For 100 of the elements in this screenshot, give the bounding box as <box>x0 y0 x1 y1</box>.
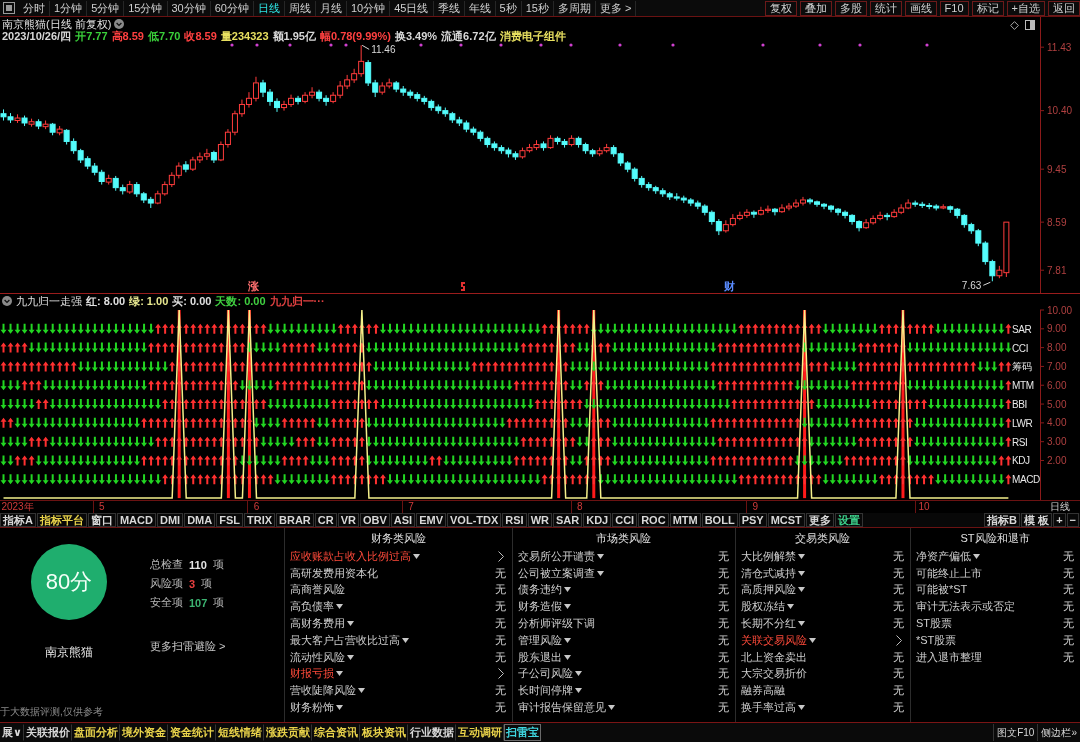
date-label: 2023年 <box>1 501 34 513</box>
signal-row-label: KDJ <box>1012 455 1030 467</box>
quote-field: 开7.77 <box>75 30 108 42</box>
risk-status: 无 <box>893 582 904 598</box>
stat-value: 107 <box>189 596 208 609</box>
period-label: 日线 <box>1050 501 1070 513</box>
column-title: 交易类风险 <box>794 531 851 546</box>
quote-field: 额1.95亿 <box>272 30 316 42</box>
risk-status: 无 <box>495 616 506 632</box>
axis-label: 3.00 <box>1047 436 1067 448</box>
risk-status: 无 <box>1063 548 1074 564</box>
risk-status: 无 <box>893 683 904 699</box>
risk-status: 无 <box>1063 649 1074 665</box>
risk-status: 无 <box>718 582 729 598</box>
axis-label: 8.59 <box>1047 216 1067 228</box>
risk-status: 无 <box>893 666 904 682</box>
signal-row-label: 筹码 <box>1012 361 1032 373</box>
axis-label: 9.00 <box>1047 323 1067 335</box>
risk-status: 无 <box>495 649 506 665</box>
risk-status: 无 <box>495 582 506 598</box>
risk-status: 无 <box>1063 599 1074 615</box>
date-label: 7 <box>408 501 414 513</box>
risk-status: 无 <box>718 683 729 699</box>
date-label: 8 <box>576 501 583 513</box>
indicator-readout: 买: 0.00 <box>172 295 212 307</box>
column-title: 市场类风险 <box>595 531 652 546</box>
risk-status: 无 <box>495 565 506 581</box>
risk-status: 无 <box>893 548 904 564</box>
date-label: 6 <box>253 501 260 513</box>
axis-label: 2.00 <box>1047 455 1067 466</box>
risk-status: 无 <box>1063 616 1074 632</box>
score-badge: 80分 <box>31 544 107 620</box>
risk-status: 无 <box>1063 582 1074 598</box>
disclaimer-text: 于大数据评测,仅供参考 <box>0 705 104 719</box>
quote-field: 高8.59 <box>111 30 144 42</box>
stat-label: 安全项 <box>150 595 183 610</box>
quote-field: 2023/10/26/四 <box>2 30 72 42</box>
signal-row-label: MTM <box>1012 380 1034 392</box>
stat-value: 3 <box>189 577 196 590</box>
stat-unit: 项 <box>212 557 224 572</box>
risk-status: 无 <box>718 700 729 716</box>
indicator-readout: 九九归一··· <box>269 295 325 307</box>
column-title: ST风险和退市 <box>959 531 1031 546</box>
date-label: 5 <box>99 501 105 513</box>
risk-status: 无 <box>893 616 904 632</box>
risk-status: 无 <box>718 565 729 581</box>
quote-field: 消费电子组件 <box>499 30 566 42</box>
risk-status: 无 <box>495 683 506 699</box>
quote-field: 收8.59 <box>184 30 217 42</box>
column-title: 财务类风险 <box>369 531 427 546</box>
stat-unit: 项 <box>201 576 213 591</box>
signal-row-label: MACD <box>1012 474 1040 486</box>
risk-status: 无 <box>718 616 729 632</box>
axis-label: 11.43 <box>1047 41 1072 53</box>
stat-label: 总检查 <box>150 557 183 572</box>
quote-field: 换3.49% <box>394 30 438 42</box>
event-label: 涨 <box>248 280 259 292</box>
signal-row-label: CCI <box>1012 342 1029 354</box>
risk-status: 无 <box>718 599 729 615</box>
risk-status: 无 <box>1063 565 1074 581</box>
risk-status: 无 <box>495 599 506 615</box>
axis-label: 7.00 <box>1047 360 1067 372</box>
stat-value: 110 <box>189 558 207 571</box>
risk-status: 无 <box>893 700 904 716</box>
indicator-title: 九九归一走强 <box>16 295 82 307</box>
date-label: 10 <box>918 501 930 513</box>
risk-status: 无 <box>1063 632 1074 648</box>
signal-row-label: SAR <box>1012 323 1032 335</box>
risk-status: 无 <box>718 548 729 564</box>
quote-field: 低7.70 <box>147 30 181 42</box>
axis-label: 5.00 <box>1047 398 1067 410</box>
axis-label: 7.81 <box>1047 264 1067 276</box>
stock-title: 南京熊猫(日线 前复权) <box>2 18 112 30</box>
risk-status: 无 <box>495 632 506 648</box>
risk-status: 无 <box>893 649 904 665</box>
stock-name: 南京熊猫 <box>45 644 93 661</box>
low-price-label: 7.63 <box>961 280 982 292</box>
axis-label: 9.45 <box>1047 163 1067 175</box>
axis-label: 10.00 <box>1047 304 1073 316</box>
risk-status: 无 <box>718 666 729 682</box>
axis-label: 4.00 <box>1047 417 1067 429</box>
axis-label: 8.00 <box>1047 342 1067 354</box>
risk-status: 无 <box>495 700 506 716</box>
signal-row-label: LWR <box>1012 417 1033 429</box>
quote-field: 量234323 <box>220 30 269 42</box>
date-label: 9 <box>752 501 759 513</box>
indicator-readout: 绿: 1.00 <box>129 295 169 307</box>
axis-label: 6.00 <box>1047 379 1067 391</box>
high-price-label: 11.46 <box>371 44 396 56</box>
risk-status: 无 <box>893 599 904 615</box>
risk-status: 无 <box>893 565 904 581</box>
signal-row-label: BBI <box>1012 399 1027 411</box>
indicator-readout: 天数: 0.00 <box>215 295 266 307</box>
quote-field: 流通6.72亿 <box>441 30 496 42</box>
signal-row-label: RSI <box>1012 436 1028 448</box>
risk-status: 无 <box>718 632 729 648</box>
stat-label: 风险项 <box>150 576 183 591</box>
indicator-readout: 红: 8.00 <box>86 295 126 307</box>
event-label: 财 <box>724 280 735 292</box>
risk-status: 无 <box>718 649 729 665</box>
